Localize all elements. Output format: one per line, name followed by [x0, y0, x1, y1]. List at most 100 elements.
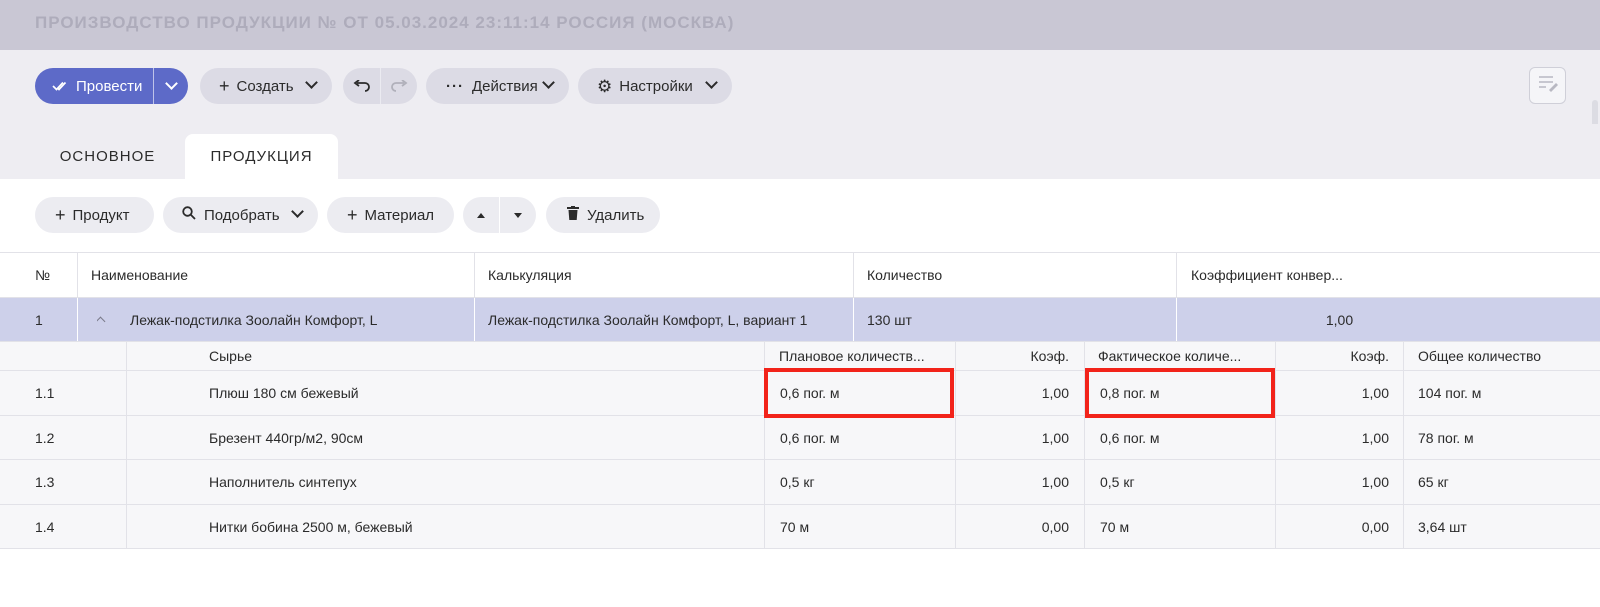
column-header-total[interactable]: Общее количество: [1418, 342, 1588, 370]
gear-icon: ⚙: [597, 76, 613, 96]
undo-button[interactable]: [343, 68, 380, 104]
planned-quantity[interactable]: 70 м: [780, 505, 950, 548]
column-header-name[interactable]: Наименование: [91, 253, 471, 297]
settings-button[interactable]: ⚙ Настройки: [578, 68, 732, 104]
double-check-icon: [52, 80, 70, 92]
table-row[interactable]: 1.4 Нитки бобина 2500 м, бежевый 70 м 0,…: [0, 505, 1600, 549]
material-row-number: 1.2: [35, 429, 55, 446]
material-row-number: 1.4: [35, 518, 55, 535]
table-row[interactable]: 1.2 Брезент 440гр/м2, 90см 0,6 пог. м 1,…: [0, 416, 1600, 460]
move-group: [463, 197, 536, 233]
product-quantity: 130 шт: [867, 311, 912, 328]
edit-notes-button[interactable]: [1529, 67, 1566, 104]
conduct-button[interactable]: Провести: [35, 68, 153, 104]
total-quantity: 104 пог. м: [1418, 385, 1482, 401]
triangle-up-icon: [477, 212, 485, 218]
material-name: Брезент 440гр/м2, 90см: [209, 429, 364, 446]
planned-coefficient[interactable]: 1,00: [958, 416, 1069, 459]
actual-quantity[interactable]: 0,5 кг: [1100, 460, 1270, 504]
column-header-coef2[interactable]: Коэф.: [1278, 342, 1390, 370]
column-header-number[interactable]: №: [35, 253, 75, 297]
triangle-down-icon: [513, 212, 522, 218]
material-name: Наполнитель синтепух: [209, 474, 357, 490]
total-quantity: 3,64 шт: [1418, 518, 1467, 535]
total-quantity: 65 кг: [1418, 474, 1449, 490]
actions-button[interactable]: ··· Действия: [426, 68, 569, 104]
row-number: 1: [35, 311, 43, 328]
title-bar: ПРОИЗВОДСТВО ПРОДУКЦИИ № ОТ 05.03.2024 2…: [0, 0, 1600, 50]
actual-coefficient[interactable]: 1,00: [1278, 416, 1389, 459]
add-material-label: Материал: [364, 206, 435, 224]
materials-table-header: Сырье Плановое количеств... Коэф. Фактич…: [0, 342, 1600, 371]
actual-quantity[interactable]: 0,8 пог. м: [1100, 371, 1270, 415]
column-header-material[interactable]: Сырье: [209, 342, 509, 370]
toolbar: Провести + Создать ··· Действия ⚙ Настро…: [0, 50, 1600, 152]
undo-icon: [353, 80, 371, 92]
material-name: Нитки бобина 2500 м, бежевый: [209, 518, 413, 535]
redo-button[interactable]: [380, 68, 417, 104]
pick-button-label: Подобрать: [204, 206, 280, 224]
move-up-button[interactable]: [463, 197, 499, 233]
chevron-down-icon: [705, 76, 718, 89]
planned-coefficient[interactable]: 1,00: [958, 460, 1069, 504]
plus-icon: +: [55, 204, 66, 225]
pick-button[interactable]: Подобрать: [163, 197, 318, 233]
collapse-toggle[interactable]: [97, 298, 117, 341]
conduct-split-button: Провести: [35, 68, 188, 104]
material-name: Плюш 180 см бежевый: [209, 385, 359, 401]
planned-quantity[interactable]: 0,6 пог. м: [780, 416, 950, 459]
chevron-up-icon: [97, 316, 106, 327]
delete-button-label: Удалить: [587, 206, 645, 224]
column-header-coefficient[interactable]: Коэффициент конвер...: [1191, 253, 1541, 297]
add-product-button[interactable]: + Продукт: [35, 197, 154, 233]
undo-redo-group: [343, 68, 417, 104]
product-name: Лежак-подстилка Зоолайн Комфорт, L: [130, 311, 378, 328]
column-header-calculation[interactable]: Калькуляция: [488, 253, 848, 297]
actual-quantity[interactable]: 0,6 пог. м: [1100, 416, 1270, 459]
chevron-down-icon: [291, 205, 304, 218]
tab-main[interactable]: ОСНОВНОЕ: [35, 134, 180, 179]
table-row[interactable]: 1.3 Наполнитель синтепух 0,5 кг 1,00 0,5…: [0, 460, 1600, 505]
planned-quantity[interactable]: 0,6 пог. м: [780, 371, 950, 415]
settings-button-label: Настройки: [619, 77, 693, 95]
add-product-label: Продукт: [72, 206, 130, 224]
material-row-number: 1.1: [35, 385, 55, 401]
product-coefficient: 1,00: [1325, 311, 1354, 328]
products-table-header: № Наименование Калькуляция Количество Ко…: [0, 252, 1600, 298]
planned-coefficient[interactable]: 1,00: [958, 371, 1069, 415]
material-row-number: 1.3: [35, 474, 55, 490]
column-header-coef1[interactable]: Коэф.: [958, 342, 1070, 370]
table-row[interactable]: 1.1 Плюш 180 см бежевый 0,6 пог. м 1,00 …: [0, 371, 1600, 416]
product-actions-bar: + Продукт Подобрать + Материал Удалить: [0, 179, 1600, 251]
column-header-actual[interactable]: Фактическое количе...: [1098, 342, 1278, 370]
redo-icon: [390, 80, 408, 92]
actual-quantity[interactable]: 70 м: [1100, 505, 1270, 548]
table-row[interactable]: 1 Лежак-подстилка Зоолайн Комфорт, L Леж…: [0, 298, 1600, 342]
document-title: ПРОИЗВОДСТВО ПРОДУКЦИИ № ОТ 05.03.2024 2…: [35, 13, 735, 32]
delete-button[interactable]: Удалить: [546, 197, 660, 233]
conduct-dropdown-button[interactable]: [154, 68, 188, 104]
actual-coefficient[interactable]: 0,00: [1278, 505, 1389, 548]
chevron-down-icon: [164, 77, 178, 90]
tab-products[interactable]: ПРОДУКЦИЯ: [185, 134, 338, 179]
create-button-label: Создать: [236, 77, 294, 95]
product-calculation: Лежак-подстилка Зоолайн Комфорт, L, вари…: [488, 311, 808, 328]
chevron-down-icon: [542, 76, 555, 89]
actual-coefficient[interactable]: 1,00: [1278, 460, 1389, 504]
edit-notes-icon: [1537, 74, 1559, 97]
plus-icon: +: [219, 76, 230, 96]
search-icon: [182, 206, 196, 224]
column-header-planned[interactable]: Плановое количеств...: [779, 342, 959, 370]
actual-coefficient[interactable]: 1,00: [1278, 371, 1389, 415]
tab-bar: ОСНОВНОЕ ПРОДУКЦИЯ: [0, 124, 1600, 179]
move-down-button[interactable]: [499, 197, 536, 233]
trash-icon: [567, 206, 579, 224]
total-quantity: 78 пог. м: [1418, 429, 1474, 446]
add-material-button[interactable]: + Материал: [327, 197, 454, 233]
plus-icon: +: [347, 204, 358, 225]
planned-coefficient[interactable]: 0,00: [958, 505, 1069, 548]
column-header-quantity[interactable]: Количество: [867, 253, 1177, 297]
create-button[interactable]: + Создать: [200, 68, 332, 104]
planned-quantity[interactable]: 0,5 кг: [780, 460, 950, 504]
chevron-down-icon: [305, 76, 318, 89]
